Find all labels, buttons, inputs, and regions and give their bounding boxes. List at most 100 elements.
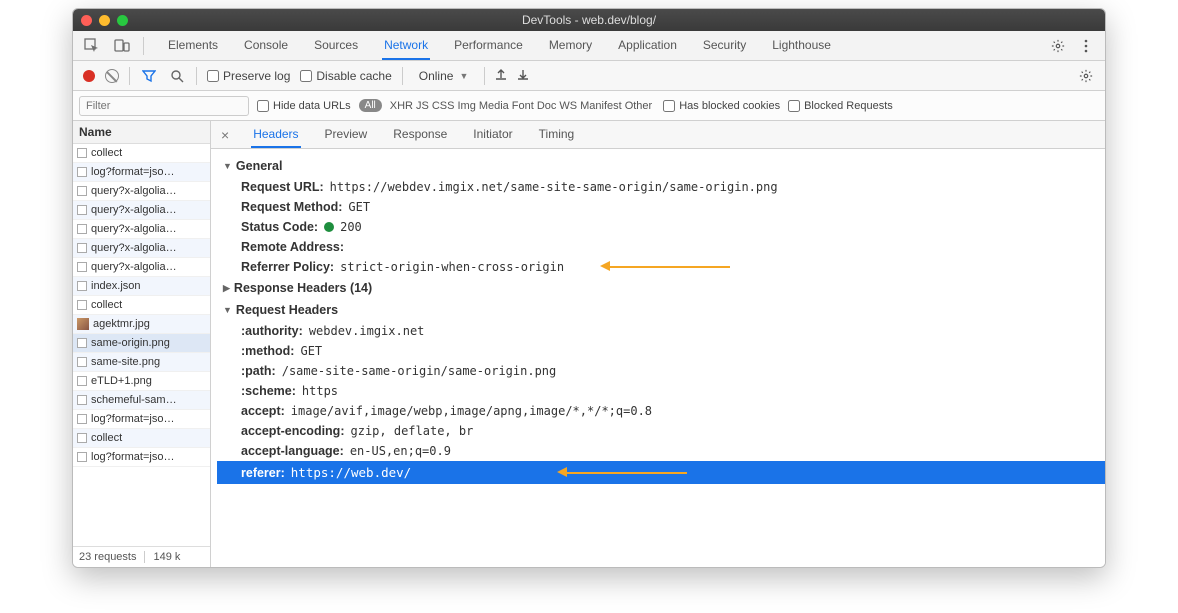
filter-input[interactable]: [79, 96, 249, 116]
clear-button[interactable]: [105, 69, 119, 83]
request-name: collect: [91, 147, 122, 159]
request-row[interactable]: collect: [73, 429, 210, 448]
titlebar: DevTools - web.dev/blog/: [73, 9, 1105, 31]
devtools-window: DevTools - web.dev/blog/ Elements Console…: [72, 8, 1106, 568]
request-list-header: Name: [73, 121, 210, 144]
disable-cache-checkbox[interactable]: Disable cache: [300, 69, 391, 83]
request-row[interactable]: agektmr.jpg: [73, 315, 210, 334]
request-row[interactable]: collect: [73, 144, 210, 163]
request-row[interactable]: index.json: [73, 277, 210, 296]
header-row: :path:/same-site-same-origin/same-origin…: [223, 361, 1105, 381]
network-settings-icon[interactable]: [1077, 67, 1095, 85]
request-name: log?format=jso…: [91, 413, 174, 425]
filter-all-pill[interactable]: All: [359, 99, 382, 112]
request-row[interactable]: query?x-algolia…: [73, 182, 210, 201]
subtab-response[interactable]: Response: [391, 122, 449, 147]
tab-network[interactable]: Network: [382, 32, 430, 60]
tab-sources[interactable]: Sources: [312, 32, 360, 59]
request-row[interactable]: same-site.png: [73, 353, 210, 372]
record-button[interactable]: [83, 70, 95, 82]
search-icon[interactable]: [168, 67, 186, 85]
request-row[interactable]: schemeful-sam…: [73, 391, 210, 410]
filter-type-doc[interactable]: Doc: [537, 100, 557, 112]
file-thumbnail-icon: [77, 318, 89, 330]
filter-type-css[interactable]: CSS: [432, 100, 455, 112]
request-row[interactable]: log?format=jso…: [73, 163, 210, 182]
tab-application[interactable]: Application: [616, 32, 679, 59]
status-dot-icon: [324, 222, 334, 232]
upload-har-icon[interactable]: [495, 68, 507, 83]
request-row[interactable]: log?format=jso…: [73, 448, 210, 467]
header-row: :scheme:https: [223, 381, 1105, 401]
request-row[interactable]: query?x-algolia…: [73, 220, 210, 239]
network-toolbar: Preserve log Disable cache Online▼: [73, 61, 1105, 91]
filter-icon[interactable]: [140, 67, 158, 85]
zoom-window-button[interactable]: [117, 15, 128, 26]
filter-type-img[interactable]: Img: [457, 100, 475, 112]
request-row[interactable]: log?format=jso…: [73, 410, 210, 429]
request-method-value: GET: [348, 200, 370, 214]
filter-type-media[interactable]: Media: [479, 100, 509, 112]
file-generic-icon: [77, 414, 87, 424]
hide-data-urls-checkbox[interactable]: Hide data URLs: [257, 100, 351, 112]
tab-lighthouse[interactable]: Lighthouse: [770, 32, 833, 59]
request-name: eTLD+1.png: [91, 375, 152, 387]
tab-security[interactable]: Security: [701, 32, 748, 59]
file-generic-icon: [77, 300, 87, 310]
traffic-lights: [81, 15, 128, 26]
file-generic-icon: [77, 262, 87, 272]
general-section-header[interactable]: ▼General: [223, 155, 1105, 177]
request-row[interactable]: query?x-algolia…: [73, 239, 210, 258]
chevron-down-icon: ▼: [459, 71, 468, 81]
filter-type-ws[interactable]: WS: [559, 100, 577, 112]
request-row[interactable]: collect: [73, 296, 210, 315]
request-name: agektmr.jpg: [93, 318, 150, 330]
request-headers-section-header[interactable]: ▼Request Headers: [223, 299, 1105, 321]
request-row[interactable]: query?x-algolia…: [73, 258, 210, 277]
subtab-initiator[interactable]: Initiator: [471, 122, 514, 147]
tab-memory[interactable]: Memory: [547, 32, 594, 59]
close-details-icon[interactable]: ×: [221, 127, 229, 143]
annotation-arrow: [557, 468, 687, 478]
filter-type-js[interactable]: JS: [416, 100, 429, 112]
filter-type-font[interactable]: Font: [512, 100, 534, 112]
request-name: query?x-algolia…: [91, 204, 177, 216]
header-row: accept-encoding:gzip, deflate, br: [223, 421, 1105, 441]
request-row[interactable]: eTLD+1.png: [73, 372, 210, 391]
file-generic-icon: [77, 243, 87, 253]
subtab-preview[interactable]: Preview: [323, 122, 370, 147]
request-row[interactable]: query?x-algolia…: [73, 201, 210, 220]
request-name: collect: [91, 432, 122, 444]
file-generic-icon: [77, 338, 87, 348]
file-generic-icon: [77, 186, 87, 196]
details-pane: × HeadersPreviewResponseInitiatorTiming …: [211, 121, 1105, 567]
inspect-element-icon[interactable]: [83, 37, 101, 55]
request-name: query?x-algolia…: [91, 261, 177, 273]
settings-icon[interactable]: [1049, 37, 1067, 55]
preserve-log-checkbox[interactable]: Preserve log: [207, 69, 290, 83]
referer-value: https://web.dev/: [291, 465, 411, 480]
filter-type-manifest[interactable]: Manifest: [580, 100, 622, 112]
blocked-requests-checkbox[interactable]: Blocked Requests: [788, 100, 893, 112]
tab-performance[interactable]: Performance: [452, 32, 525, 59]
request-name: same-site.png: [91, 356, 160, 368]
subtab-timing[interactable]: Timing: [537, 122, 577, 147]
tab-console[interactable]: Console: [242, 32, 290, 59]
filter-type-xhr[interactable]: XHR: [390, 100, 413, 112]
close-window-button[interactable]: [81, 15, 92, 26]
device-toolbar-icon[interactable]: [113, 37, 131, 55]
download-har-icon[interactable]: [517, 68, 529, 83]
request-name: query?x-algolia…: [91, 242, 177, 254]
filter-type-other[interactable]: Other: [625, 100, 653, 112]
file-generic-icon: [77, 281, 87, 291]
has-blocked-cookies-checkbox[interactable]: Has blocked cookies: [663, 100, 780, 112]
request-list-sidebar: Name collectlog?format=jso…query?x-algol…: [73, 121, 211, 567]
request-row[interactable]: same-origin.png: [73, 334, 210, 353]
kebab-menu-icon[interactable]: [1077, 37, 1095, 55]
referer-header-row: referer: https://web.dev/: [217, 461, 1105, 484]
throttling-select[interactable]: Online▼: [413, 69, 475, 83]
response-headers-section-header[interactable]: ▶Response Headers (14): [223, 277, 1105, 299]
tab-elements[interactable]: Elements: [166, 32, 220, 59]
minimize-window-button[interactable]: [99, 15, 110, 26]
subtab-headers[interactable]: Headers: [251, 122, 300, 148]
